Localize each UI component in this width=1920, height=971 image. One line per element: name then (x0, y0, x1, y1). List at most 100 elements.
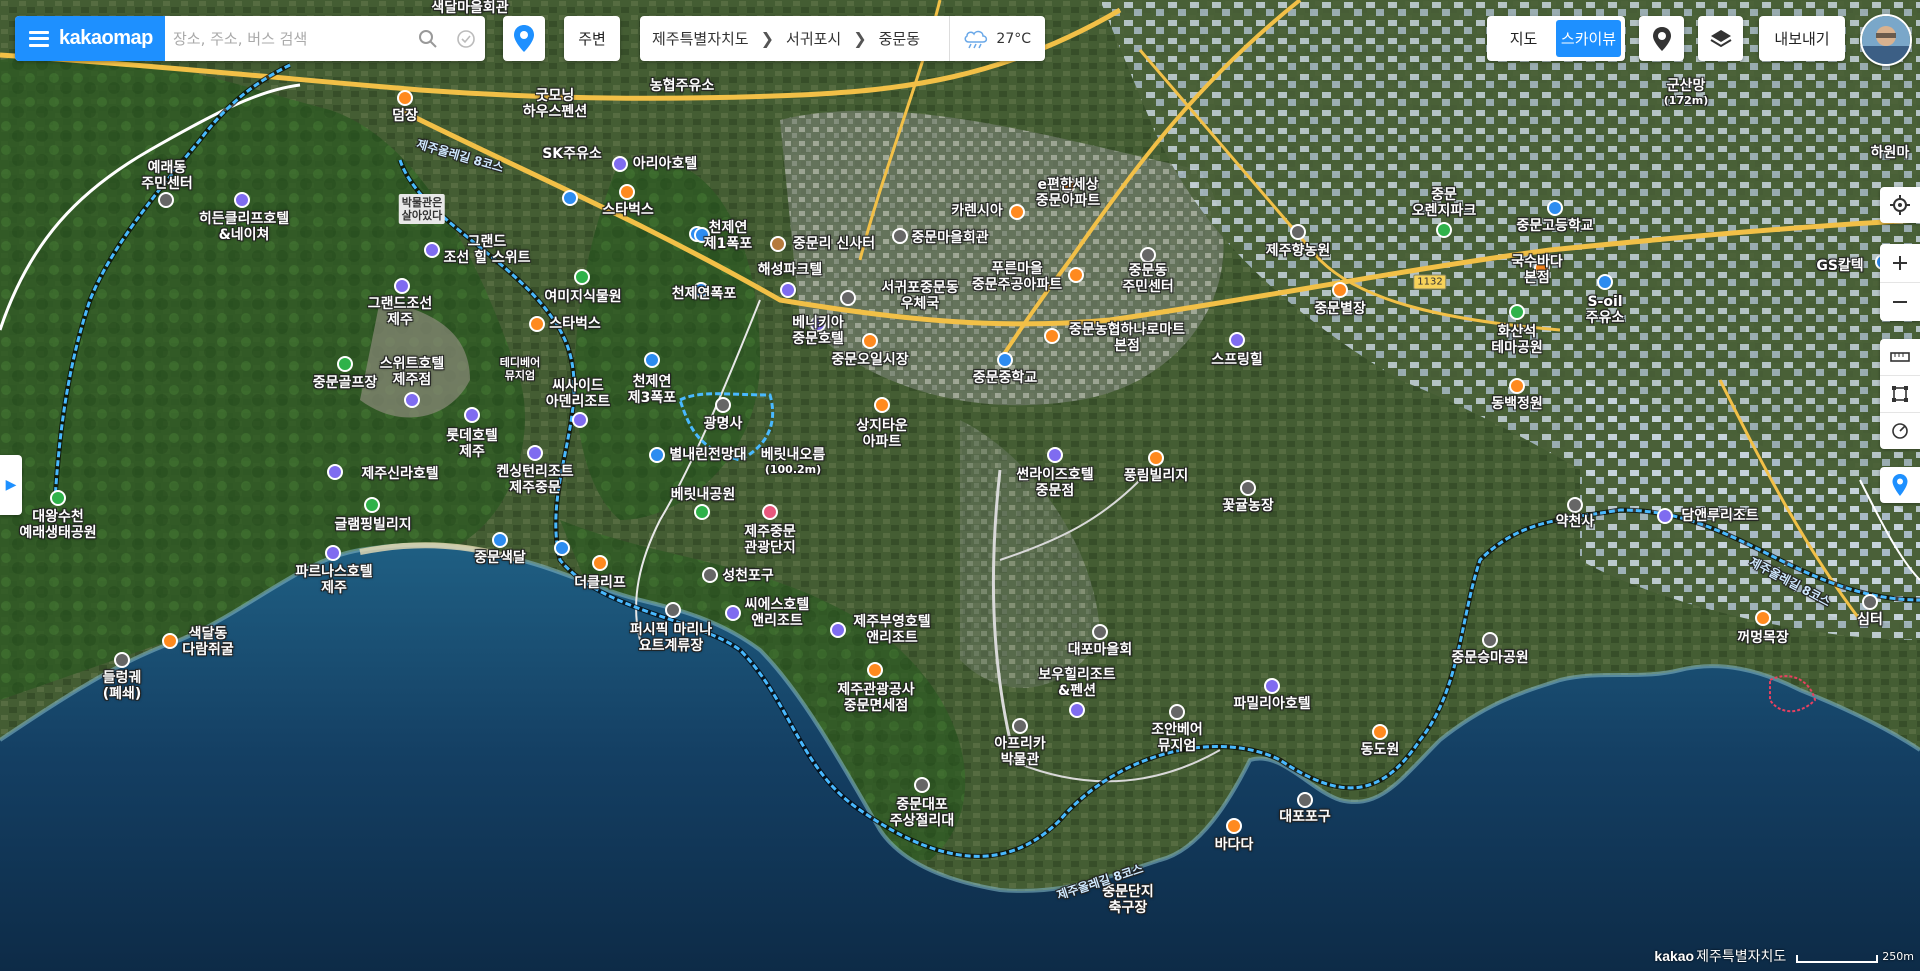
map-label[interactable]: 덤장 (392, 108, 418, 124)
beach-marker-icon[interactable] (492, 532, 508, 548)
hall-marker-icon[interactable] (1092, 624, 1108, 640)
layers-button[interactable] (1698, 16, 1743, 61)
school-marker-icon[interactable] (997, 352, 1013, 368)
map-label[interactable]: 그랜드 조선 힐 스위트 (443, 234, 530, 266)
map-label[interactable]: 중문별장 (1314, 301, 1366, 317)
map-label[interactable]: 광명사 (704, 416, 743, 432)
map-label[interactable]: 천제연 제1폭포 (704, 220, 752, 252)
map-label[interactable]: 중문 오렌지파크 (1412, 187, 1476, 219)
map-label[interactable]: 굿모닝 하우스펜션 (523, 88, 587, 120)
ranch-marker-icon[interactable] (1755, 610, 1771, 626)
map-label[interactable]: GS칼텍 (1816, 258, 1863, 274)
nearby-button[interactable]: 주변 (564, 16, 620, 61)
landmark-marker-icon[interactable] (114, 652, 130, 668)
golf-marker-icon[interactable] (337, 356, 353, 372)
hotel-marker-icon[interactable] (527, 445, 543, 461)
map-label[interactable]: 테디베어 뮤지엄 (500, 356, 540, 382)
map-label[interactable]: 천제연 제3폭포 (628, 374, 676, 406)
map-label[interactable]: 상지타운 아파트 (856, 418, 908, 450)
map-label[interactable]: 스프링힐 (1211, 352, 1263, 368)
map-label[interactable]: 색달마을회관 (431, 0, 508, 16)
hotel-marker-icon[interactable] (572, 412, 588, 428)
breadcrumb-city[interactable]: 서귀포시 (774, 28, 853, 49)
map-label[interactable]: 해성파크텔 (758, 262, 822, 278)
glamping-marker-icon[interactable] (364, 497, 380, 513)
map-label[interactable]: 색달동 다람쥐굴 (182, 626, 234, 658)
map-label[interactable]: 중문중학교 (973, 370, 1037, 386)
location-pin-button[interactable] (503, 16, 545, 61)
map-label[interactable]: 퍼시픽 마리나 요트계류장 (630, 622, 712, 654)
map-label[interactable]: 바다다 (1215, 837, 1254, 853)
map-label[interactable]: 하원마 (1871, 145, 1910, 161)
map-label[interactable]: 대왕수천 예래생태공원 (19, 509, 96, 541)
villa-marker-icon[interactable] (1332, 282, 1348, 298)
roadview-button[interactable] (1639, 16, 1684, 61)
gas-station-marker-icon[interactable] (1597, 274, 1613, 290)
park-marker-icon[interactable] (1509, 304, 1525, 320)
map-label[interactable]: 켄싱턴리조트 제주중문 (496, 464, 573, 496)
waterfall-marker-icon[interactable] (644, 352, 660, 368)
hotel-marker-icon[interactable] (1047, 447, 1063, 463)
map-label[interactable]: 농협주유소 (650, 78, 714, 94)
hotel-marker-icon[interactable] (830, 622, 846, 638)
map-label[interactable]: 중문승마공원 (1451, 650, 1528, 666)
map-label[interactable]: e편한세상 중문아파트 (1036, 177, 1100, 209)
map-canvas[interactable]: 색달마을회관 굿모닝 하우스펜션 농협주유소 덤장 예래동 주민센터 SK주유소… (0, 0, 1920, 971)
map-label[interactable]: 베릿내공원 (671, 487, 735, 503)
map-label[interactable]: 히든클리프호텔 &네이쳐 (199, 211, 289, 243)
temple-marker-icon[interactable] (715, 397, 731, 413)
observatory-marker-icon[interactable] (649, 447, 665, 463)
map-label[interactable]: 스타벅스 (602, 202, 654, 218)
port-marker-icon[interactable] (1297, 792, 1313, 808)
map-label[interactable]: 더클리프 (574, 575, 626, 591)
map-label[interactable]: 담앤루리조트 (1681, 508, 1758, 524)
map-label[interactable]: 아프리카 박물관 (994, 736, 1046, 768)
port-marker-icon[interactable] (702, 567, 718, 583)
hotel-marker-icon[interactable] (325, 545, 341, 561)
map-label[interactable]: 중문대포 주상절리대 (890, 797, 954, 829)
map-label[interactable]: 예래동 주민센터 (141, 160, 193, 192)
hotel-marker-icon[interactable] (1069, 702, 1085, 718)
garden-marker-icon[interactable] (574, 269, 590, 285)
map-label[interactable]: 보우힐리조트 &펜션 (1038, 667, 1115, 699)
map-label[interactable]: (172m) (1664, 94, 1708, 107)
school-marker-icon[interactable] (1547, 200, 1563, 216)
export-button[interactable]: 내보내기 (1759, 16, 1845, 61)
map-label[interactable]: 심터 (1857, 612, 1883, 628)
map-label[interactable]: 씨사이드 아덴리조트 (546, 378, 610, 410)
map-label[interactable]: 꽃귤농장 (1222, 498, 1274, 514)
map-label[interactable]: 별내린전망대 (669, 447, 746, 463)
info-marker-icon[interactable] (562, 190, 578, 206)
cave-marker-icon[interactable] (162, 633, 178, 649)
map-label[interactable]: 제주신라호텔 (361, 466, 438, 482)
map-label[interactable]: 아리아호텔 (633, 156, 697, 172)
map-label[interactable]: 천제연폭포 (672, 286, 736, 302)
toilet-marker-icon[interactable] (554, 540, 570, 556)
minus-icon[interactable] (1880, 282, 1920, 321)
temple-marker-icon[interactable] (1567, 497, 1583, 513)
map-label[interactable]: 제주부영호텔 앤리조트 (853, 614, 930, 646)
hotel-marker-icon[interactable] (327, 464, 343, 480)
map-label[interactable]: 꺼멍목장 (1737, 630, 1789, 646)
map-label[interactable]: 스위트호텔 제주점 (380, 356, 444, 388)
map-label[interactable]: 중문색달 (474, 550, 526, 566)
park-marker-icon[interactable] (50, 490, 66, 506)
map-label[interactable]: 롯데호텔 제주 (446, 428, 498, 460)
breadcrumb-province[interactable]: 제주특별자치도 (640, 28, 761, 49)
hotel-marker-icon[interactable] (394, 278, 410, 294)
tourist-marker-icon[interactable] (762, 504, 778, 520)
map-label[interactable]: 푸른마을 중문주공아파트 (972, 261, 1062, 293)
map-label[interactable]: SK주유소 (542, 146, 602, 162)
cafe-marker-icon[interactable] (592, 555, 608, 571)
hotel-marker-icon[interactable] (1264, 678, 1280, 694)
map-label[interactable]: 군산망 (1667, 78, 1706, 94)
ruler-icon[interactable] (1880, 339, 1920, 375)
map-label[interactable]: 제주향농원 (1266, 243, 1330, 259)
map-label[interactable]: 조안베어 뮤지엄 (1151, 722, 1203, 754)
logo[interactable]: kakaomap (59, 27, 153, 50)
park-marker-icon[interactable] (694, 504, 710, 520)
map-label[interactable]: 제주관광공사 중문면세점 (837, 682, 914, 714)
admin-marker-icon[interactable] (1140, 247, 1156, 263)
radius-icon[interactable] (1880, 412, 1920, 449)
hotel-marker-icon[interactable] (780, 282, 796, 298)
